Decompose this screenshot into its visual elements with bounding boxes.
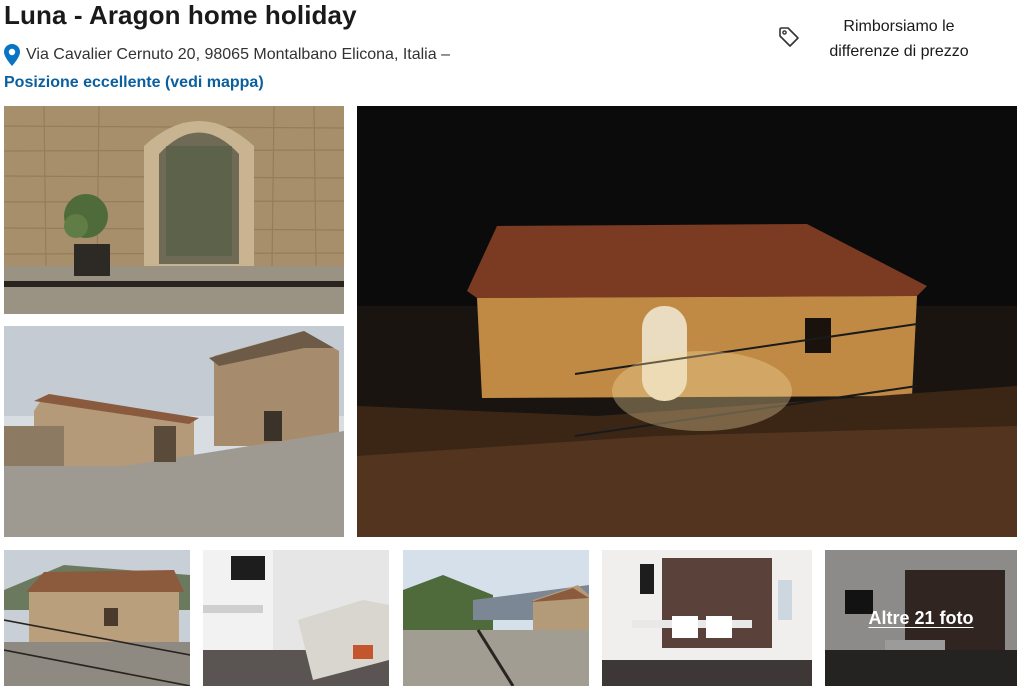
- living-room-photo[interactable]: Altre 21 foto: [825, 550, 1017, 686]
- kitchen-photo[interactable]: [203, 550, 389, 686]
- tag-icon: [779, 27, 799, 47]
- map-link[interactable]: Posizione eccellente (vedi mappa): [4, 74, 264, 92]
- address-row: Via Cavalier Cernuto 20, 98065 Montalban…: [4, 44, 450, 66]
- village-street-photo[interactable]: [4, 326, 344, 537]
- map-pin-icon: [4, 44, 20, 66]
- more-photos-overlay[interactable]: Altre 21 foto: [825, 550, 1017, 686]
- house-exterior-photo[interactable]: [4, 550, 190, 686]
- property-title: Luna - Aragon home holiday: [4, 0, 357, 30]
- address-text: Via Cavalier Cernuto 20, 98065 Montalban…: [26, 46, 450, 63]
- hillside-view-photo[interactable]: [403, 550, 589, 686]
- price-match-line2: differenze di prezzo: [829, 43, 969, 60]
- price-match-banner[interactable]: Rimborsiamo le differenze di prezzo: [778, 14, 984, 64]
- price-match-line1: Rimborsiamo le: [843, 18, 955, 35]
- dining-room-photo[interactable]: [602, 550, 812, 686]
- arched-doorway-photo[interactable]: [4, 106, 344, 314]
- price-match-text: Rimborsiamo le differenze di prezzo: [814, 14, 984, 64]
- more-photos-link[interactable]: Altre 21 foto: [868, 608, 973, 629]
- house-at-night-photo[interactable]: [357, 106, 1017, 537]
